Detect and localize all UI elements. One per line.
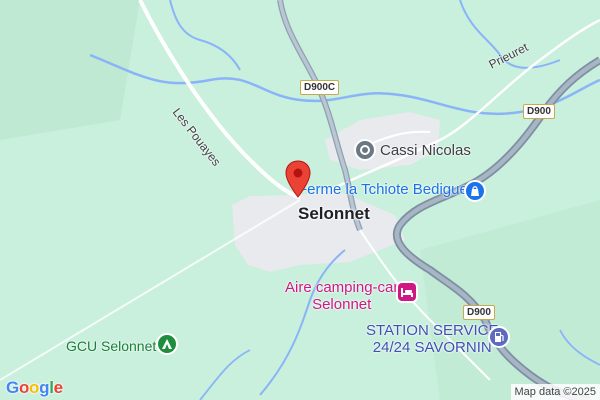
logo-letter: g <box>39 378 50 397</box>
poi-label-ferme[interactable]: Ferme la Tchiote Bedigue <box>298 182 468 197</box>
stream-south <box>259 249 346 396</box>
road-shield-d900-north: D900 <box>523 104 555 119</box>
location-pin-icon[interactable] <box>285 160 311 198</box>
map-attribution[interactable]: Map data ©2025 <box>510 384 600 400</box>
campground-icon[interactable] <box>156 333 178 355</box>
logo-letter: o <box>29 378 40 397</box>
road-shield-d900-south: D900 <box>463 305 495 320</box>
poi-label-station-line1: STATION SERVICE <box>366 322 499 339</box>
poi-label-station-service[interactable]: STATION SERVICE 24/24 SAVORNIN <box>366 323 499 355</box>
logo-letter: G <box>6 378 19 397</box>
store-icon[interactable] <box>354 139 376 161</box>
poi-label-cassi-nicolas[interactable]: Cassi Nicolas <box>380 143 471 158</box>
fuel-pump-icon[interactable] <box>488 326 510 348</box>
shopping-bag-icon[interactable] <box>464 180 486 202</box>
google-logo[interactable]: Google <box>6 378 63 398</box>
stream-southwest <box>199 349 251 400</box>
place-label-selonnet[interactable]: Selonnet <box>298 205 370 222</box>
poi-label-aire-line1: Aire camping-car <box>285 279 399 296</box>
poi-label-aire-camping-car[interactable]: Aire camping-car Selonnet <box>285 280 398 312</box>
logo-letter: o <box>18 378 30 397</box>
hotel-bed-icon[interactable] <box>396 281 418 303</box>
stream <box>169 0 241 71</box>
poi-label-aire-line2: Selonnet <box>312 296 372 313</box>
road-shield-d900c: D900C <box>300 80 340 95</box>
poi-label-gcu-selonnet[interactable]: GCU Selonnet <box>66 339 156 353</box>
logo-letter: e <box>53 378 63 397</box>
map-view[interactable]: Les Pouayes Prieuret D900C D900 D900 Cas… <box>0 0 600 400</box>
poi-label-station-line2: 24/24 SAVORNIN <box>372 339 492 356</box>
road-les-pouayes <box>138 0 301 200</box>
